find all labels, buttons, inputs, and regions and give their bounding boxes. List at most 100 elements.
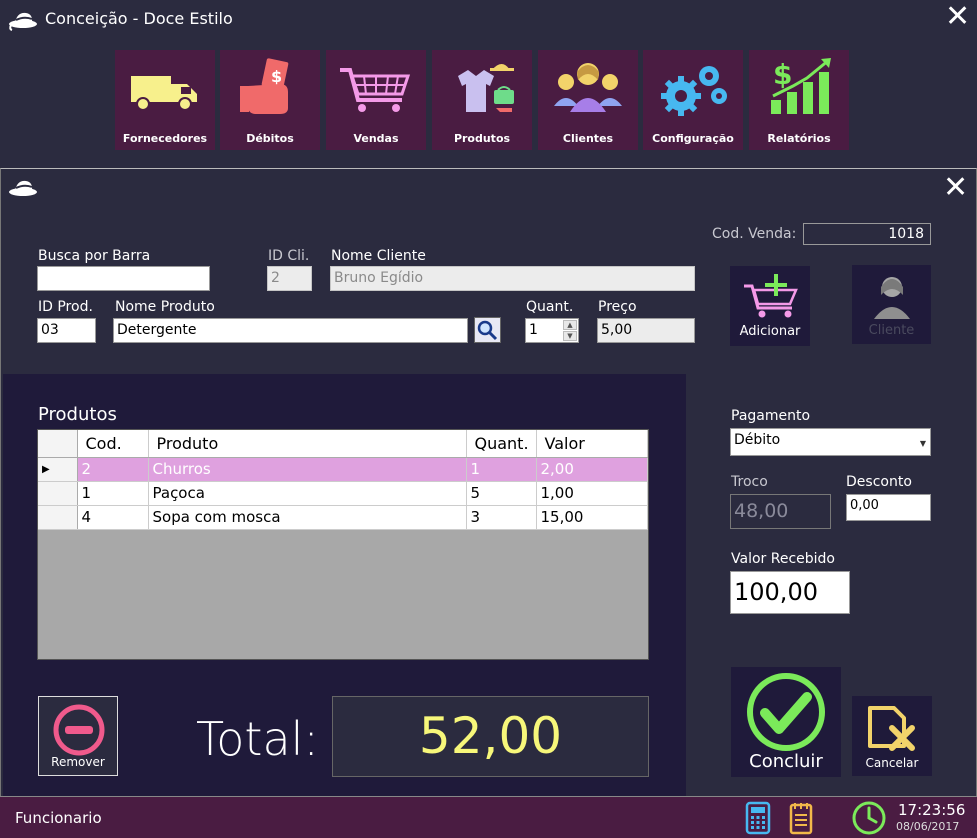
cell-valor: 1,00: [536, 481, 648, 506]
produtos-grid[interactable]: Cod. Produto Quant. Valor ▶ 2 Churros 1 …: [37, 429, 649, 660]
status-date: 08/06/2017: [896, 820, 960, 833]
total-label: Total:: [196, 712, 319, 766]
nome-cliente-label: Nome Cliente: [331, 248, 426, 264]
nome-produto-label: Nome Produto: [115, 299, 215, 315]
stepper-down-icon[interactable]: ▼: [563, 331, 577, 341]
col-valor[interactable]: Valor: [536, 430, 648, 458]
cliente-label: Cliente: [868, 323, 915, 338]
id-prod-field[interactable]: 03: [37, 318, 96, 343]
table-row[interactable]: 1 Paçoca 5 1,00: [38, 481, 648, 506]
nav-label: Produtos: [453, 132, 511, 145]
hat-logo-icon: [8, 176, 40, 204]
cod-venda-label: Cod. Venda:: [712, 226, 797, 242]
nav-vendas-button[interactable]: Vendas: [326, 50, 426, 150]
cancelar-label: Cancelar: [865, 756, 919, 770]
remover-label: Remover: [51, 755, 105, 769]
check-circle-icon: [747, 673, 825, 751]
busca-label: Busca por Barra: [38, 248, 151, 264]
troco-field[interactable]: 48,00: [730, 494, 831, 529]
table-row[interactable]: 4 Sopa com mosca 3 15,00: [38, 505, 648, 530]
notepad-icon[interactable]: [788, 801, 814, 838]
quant-stepper[interactable]: 1 ▲ ▼: [525, 318, 579, 343]
col-produto[interactable]: Produto: [148, 430, 467, 458]
people-icon: [554, 63, 622, 112]
close-icon[interactable]: ✕: [945, 2, 970, 32]
grid-header-row: Cod. Produto Quant. Valor: [38, 430, 648, 458]
desconto-field[interactable]: 0,00: [846, 494, 931, 521]
nav-label: Relatórios: [767, 132, 831, 145]
remover-button[interactable]: Remover: [38, 696, 118, 776]
cell-quant: 1: [466, 457, 537, 482]
nav-fornecedores-button[interactable]: Fornecedores: [115, 50, 215, 150]
desconto-label: Desconto: [846, 474, 912, 490]
cell-cod: 1: [77, 481, 149, 506]
status-time: 17:23:56: [898, 801, 966, 819]
id-cli-field[interactable]: 2: [267, 266, 312, 291]
chevron-down-icon[interactable]: ▼: [920, 435, 926, 453]
minus-circle-icon: [53, 704, 105, 756]
nav-relatorios-button[interactable]: $ Relatórios: [749, 50, 849, 150]
preco-field[interactable]: 5,00: [597, 318, 695, 343]
calculator-icon[interactable]: [745, 801, 771, 838]
table-row[interactable]: ▶ 2 Churros 1 2,00: [38, 457, 648, 482]
quant-value: 1: [529, 322, 538, 338]
concluir-label: Concluir: [749, 751, 823, 772]
main-window-header: Conceição - Doce Estilo ✕ Fornecedores $…: [0, 0, 977, 168]
pagamento-value: Débito: [734, 432, 781, 448]
cod-venda-value: 1018: [803, 223, 931, 245]
status-user: Funcionario: [15, 809, 102, 827]
close-icon[interactable]: ✕: [943, 173, 968, 203]
nav-label: Configuração: [652, 132, 734, 145]
row-selector[interactable]: [38, 481, 78, 506]
clock-icon: [851, 800, 887, 838]
cancelar-button[interactable]: Cancelar: [852, 696, 932, 776]
cell-valor: 2,00: [536, 457, 648, 482]
cell-produto: Sopa com mosca: [148, 505, 467, 530]
magnifier-icon: [477, 320, 498, 341]
id-cli-label: ID Cli.: [268, 248, 310, 264]
row-selector-arrow-icon[interactable]: ▶: [38, 457, 78, 482]
nav-debitos-button[interactable]: $ Débitos: [220, 50, 320, 150]
stepper-up-icon[interactable]: ▲: [563, 320, 577, 330]
cell-cod: 2: [77, 457, 149, 482]
nav-configuracao-button[interactable]: Configuração: [643, 50, 743, 150]
quant-label: Quant.: [526, 299, 574, 315]
total-value: 52,00: [332, 696, 649, 777]
col-quant[interactable]: Quant.: [466, 430, 537, 458]
search-product-button[interactable]: [474, 317, 501, 343]
row-selector[interactable]: [38, 505, 78, 530]
clothes-icon: [458, 64, 514, 112]
status-bar: Funcionario 17:23:56 08/06/2017: [0, 796, 977, 838]
cell-cod: 4: [77, 505, 149, 530]
nav-produtos-button[interactable]: Produtos: [432, 50, 532, 150]
cart-icon: [340, 68, 411, 112]
cell-produto: Churros: [148, 457, 467, 482]
valor-recebido-label: Valor Recebido: [731, 551, 835, 567]
cancel-document-icon: [868, 706, 915, 751]
adicionar-button[interactable]: Adicionar: [730, 266, 810, 346]
pagamento-select[interactable]: Débito ▼: [730, 428, 931, 456]
cliente-button[interactable]: Cliente: [852, 265, 931, 344]
preco-label: Preço: [598, 299, 637, 315]
app-title: Conceição - Doce Estilo: [45, 9, 233, 28]
cell-valor: 15,00: [536, 505, 648, 530]
id-prod-label: ID Prod.: [38, 299, 93, 315]
person-icon: [874, 277, 910, 319]
nome-produto-field[interactable]: Detergente: [113, 318, 468, 343]
row-header-corner: [38, 430, 78, 458]
col-cod[interactable]: Cod.: [77, 430, 149, 458]
pagamento-label: Pagamento: [731, 408, 811, 424]
cell-quant: 5: [466, 481, 537, 506]
nav-clientes-button[interactable]: Clientes: [538, 50, 638, 150]
cell-produto: Paçoca: [148, 481, 467, 506]
concluir-button[interactable]: Concluir: [731, 667, 841, 777]
valor-recebido-field[interactable]: 100,00: [730, 571, 850, 614]
hat-logo-icon: [8, 8, 40, 36]
nav-label: Fornecedores: [122, 132, 208, 145]
busca-input[interactable]: [37, 266, 210, 291]
nav-label: Vendas: [353, 132, 399, 145]
adicionar-label: Adicionar: [739, 324, 801, 339]
nome-cliente-field[interactable]: Bruno Egídio: [330, 266, 695, 291]
growth-chart-icon: $: [771, 58, 831, 114]
nav-label: Clientes: [562, 132, 614, 145]
